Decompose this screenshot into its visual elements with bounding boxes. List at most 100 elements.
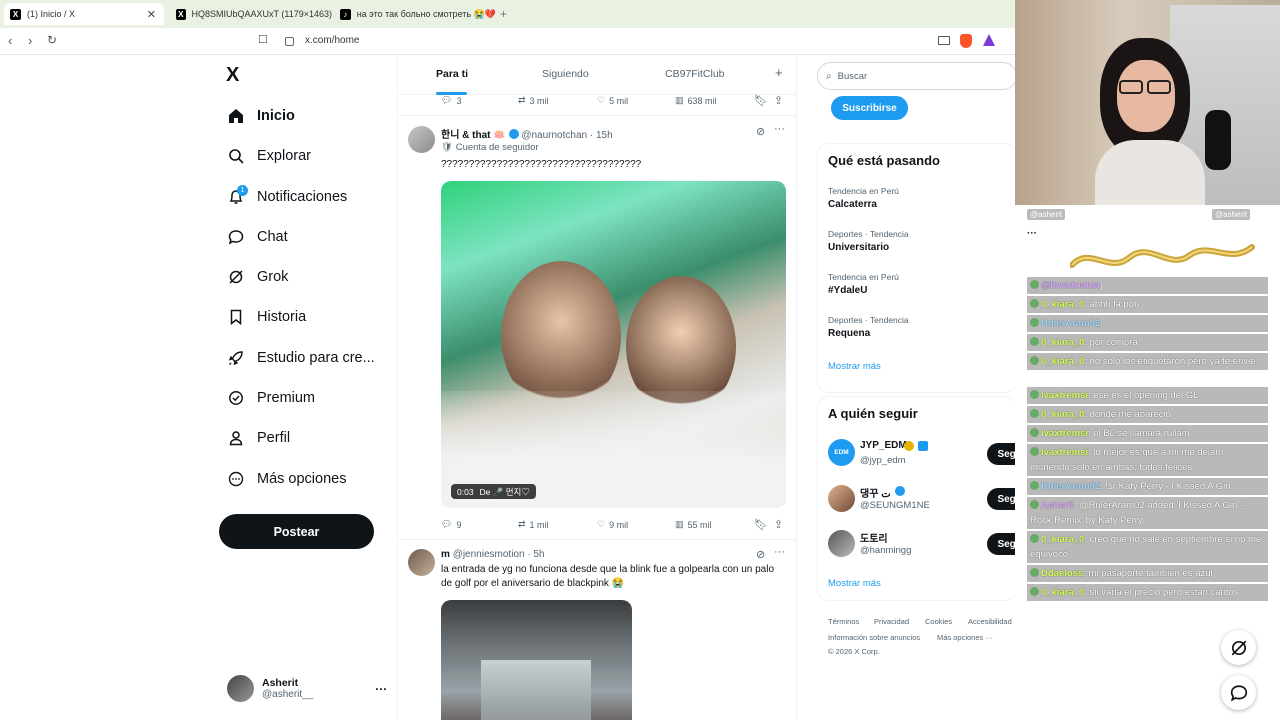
search-input[interactable]: ⌕ Buscar — [817, 62, 1017, 90]
browser-tab[interactable]: ♪ на это так больно смотреть 😭💔 — [336, 3, 496, 25]
chat-text: : — [1100, 318, 1103, 329]
author-name[interactable]: 한니 & that 🪷 — [441, 130, 506, 141]
forward-icon[interactable]: › — [28, 33, 32, 48]
account-more-icon[interactable]: ··· — [375, 682, 387, 696]
reload-icon[interactable]: ↻ — [47, 33, 57, 47]
trend-name[interactable]: Requena — [828, 328, 870, 339]
trend-name[interactable]: Universitario — [828, 242, 889, 253]
messages-floating-button[interactable] — [1221, 675, 1256, 710]
author-name[interactable]: m — [441, 549, 450, 560]
account-switcher[interactable]: Asherit @asherit__ ··· — [227, 675, 387, 702]
brave-shield-icon[interactable] — [960, 34, 972, 48]
reply-button[interactable]: 💬︎ 9 — [441, 519, 461, 530]
reply-button[interactable]: 💬︎ 3 — [441, 95, 461, 106]
x-logo[interactable]: X — [226, 64, 239, 87]
share-icon[interactable]: ⇪ — [774, 518, 783, 531]
browser-tab-active[interactable]: X (1) Inicio / X ✕ — [4, 3, 164, 25]
avatar[interactable] — [408, 549, 435, 576]
brave-rewards-icon[interactable] — [983, 34, 995, 46]
avatar[interactable] — [828, 530, 855, 557]
chat-username: Ddaeloss — [1041, 568, 1084, 579]
repost-button[interactable]: ⇄ 3 mil — [518, 95, 549, 106]
address-bar[interactable]: x.com/home — [305, 35, 359, 46]
grok-icon[interactable]: ⊘ — [756, 125, 765, 138]
show-more-follow-link[interactable]: Mostrar más — [828, 578, 881, 589]
video-time: 0:03 — [457, 486, 474, 497]
nav-item-premium[interactable]: Premium — [226, 383, 315, 413]
verified-icon — [508, 129, 519, 139]
nav-item-chat[interactable]: Chat — [226, 222, 288, 252]
author-handle[interactable]: @naurnotchan — [521, 130, 587, 141]
post-button[interactable]: Postear — [219, 514, 374, 549]
tweet-video[interactable]: 0:03 De 🎤 먼지♡ — [441, 181, 786, 508]
nav-item-home[interactable]: Inicio — [226, 101, 295, 131]
like-button[interactable]: ♡ 9 mil — [597, 519, 628, 530]
verified-gold-icon — [904, 441, 914, 451]
grok-floating-button[interactable] — [1221, 630, 1256, 665]
tweet-more-icon[interactable]: ··· — [774, 123, 785, 135]
avatar[interactable]: EDM — [828, 439, 855, 466]
show-more-trends-link[interactable]: Mostrar más — [828, 361, 881, 372]
footer-link[interactable]: Información sobre anuncios — [828, 633, 920, 642]
tweet-text: ???????????????????????????????????? — [441, 159, 642, 170]
back-icon[interactable]: ‹ — [8, 33, 12, 48]
x-favicon-icon: X — [10, 8, 21, 20]
browser-tab[interactable]: X HQ8SMIUbQAAXUxT (1179×1463) — [172, 3, 332, 25]
tweet-image[interactable] — [441, 600, 632, 720]
bookmark-page-icon[interactable]: ☐ — [258, 33, 268, 46]
add-tab-icon[interactable]: + — [775, 65, 783, 80]
chat-badge-icon — [1030, 409, 1039, 418]
heart-icon: ♡ — [597, 519, 606, 529]
views-button[interactable]: ▥ 638 mil — [675, 95, 717, 106]
subscribe-button[interactable]: Suscribirse — [831, 96, 908, 120]
follow-handle: @SEUNGM1NE — [860, 500, 930, 511]
streamer-face — [1117, 60, 1175, 132]
bookmark-icon[interactable]: 🔖︎ — [754, 94, 768, 107]
trend-name[interactable]: Calcaterra — [828, 199, 877, 210]
share-icon[interactable]: ⇪ — [774, 94, 783, 107]
follow-name[interactable]: 도토리 — [860, 530, 888, 545]
copyright: © 2026 X Corp. — [828, 647, 880, 656]
chat-message: RulerAram02: — [1027, 315, 1268, 332]
close-tab-icon[interactable]: ✕ — [147, 8, 156, 21]
footer-link[interactable]: Más opciones ··· — [937, 633, 993, 642]
cast-icon[interactable] — [938, 36, 950, 45]
repost-icon: ⇄ — [518, 519, 526, 529]
footer-link[interactable]: Accesibilidad — [968, 617, 1012, 626]
new-tab-button[interactable]: + — [500, 3, 514, 25]
tab-for-you[interactable]: Para ti — [436, 68, 468, 80]
premium-icon — [226, 388, 246, 408]
footer-link[interactable]: Privacidad — [874, 617, 909, 626]
author-handle[interactable]: @jenniesmotion — [453, 549, 525, 560]
footer-link[interactable]: Términos — [828, 617, 859, 626]
avatar[interactable] — [408, 126, 435, 153]
trend-name[interactable]: #YdaleU — [828, 285, 867, 296]
avatar[interactable] — [828, 485, 855, 512]
footer-link[interactable]: Cookies — [925, 617, 952, 626]
nav-item-notifications[interactable]: 1 Notificaciones — [226, 182, 347, 212]
tab-community[interactable]: CB97FitClub — [665, 68, 725, 80]
tab-following[interactable]: Siguiendo — [542, 68, 589, 80]
like-button[interactable]: ♡ 5 mil — [597, 95, 628, 106]
bookmark-icon[interactable]: 🔖︎ — [754, 518, 768, 531]
nav-item-bookmarks[interactable]: Historia — [226, 302, 306, 332]
nav-item-more[interactable]: Más opciones — [226, 464, 346, 494]
tweet-time[interactable]: · 5h — [527, 549, 544, 560]
views-button[interactable]: ▥ 55 mil — [675, 519, 712, 530]
site-settings-icon[interactable] — [285, 37, 294, 46]
follow-name[interactable]: JYP_EDM — [860, 440, 907, 451]
person-icon — [226, 428, 246, 448]
grok-icon[interactable]: ⊘ — [756, 548, 765, 561]
chat-badge-icon — [1030, 356, 1039, 365]
timeline-tabs: Para ti Siguiendo CB97FitClub + — [398, 55, 796, 95]
tweet-more-icon[interactable]: ··· — [774, 546, 785, 558]
nav-item-creator-studio[interactable]: Estudio para cre... — [226, 343, 375, 373]
nav-item-explore[interactable]: Explorar — [226, 141, 311, 171]
chat-text: : por compra — [1084, 337, 1138, 348]
glasses-left — [1119, 80, 1143, 94]
tweet-time[interactable]: · 15h — [590, 130, 613, 141]
nav-item-profile[interactable]: Perfil — [226, 423, 290, 453]
nav-item-grok[interactable]: Grok — [226, 262, 288, 292]
repost-button[interactable]: ⇄ 1 mil — [518, 519, 549, 530]
follow-name[interactable]: 댕꾸 ت — [860, 485, 891, 500]
